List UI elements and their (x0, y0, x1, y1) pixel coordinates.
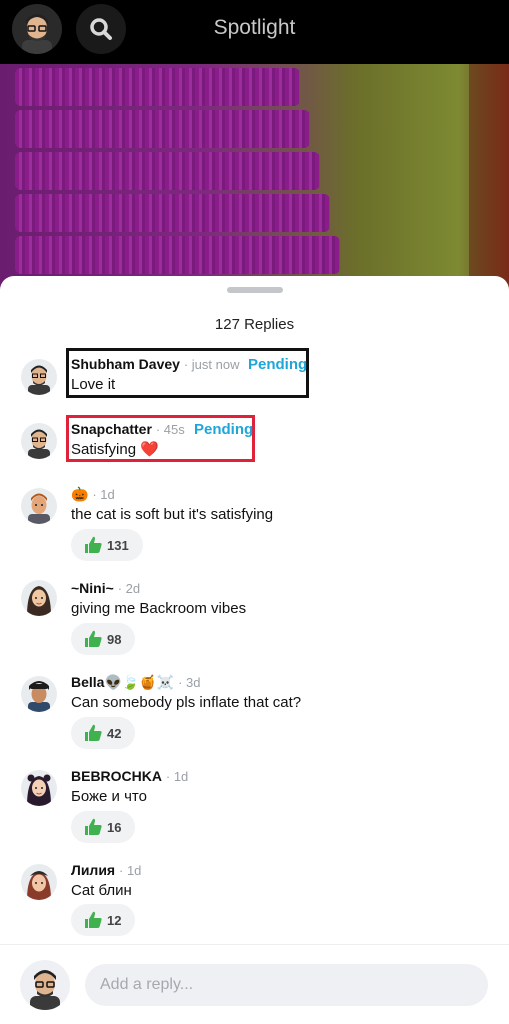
bitmoji-avatar-icon (27, 871, 51, 900)
comment-time: · 45s (155, 422, 185, 437)
comment-header: 🎃 · 1d (71, 486, 115, 503)
avatar[interactable] (21, 423, 57, 459)
comment-item[interactable]: Bella👽🍃🍯☠️ · 3d Can somebody pls inflate… (0, 668, 509, 758)
comment-text: Боже и что (71, 788, 147, 805)
comment-item[interactable]: Лилия · 1d Cat блин 12 (0, 856, 509, 944)
spotlight-video[interactable] (0, 64, 509, 294)
thumbs-up-icon (85, 911, 102, 928)
my-avatar[interactable] (20, 960, 70, 1010)
comment-header: Snapchatter · 45s (71, 421, 185, 437)
like-count: 131 (107, 537, 129, 553)
video-frame-wall (469, 64, 509, 294)
thumbs-up-icon (85, 630, 102, 647)
comment-text: Satisfying ❤️ (71, 441, 159, 458)
comment-item[interactable]: Snapchatter · 45s Pending Satisfying ❤️ (0, 414, 509, 470)
comment-text: Can somebody pls inflate that cat? (71, 694, 302, 711)
comment-header: Shubham Davey · just now (71, 356, 239, 372)
stair-step (15, 152, 320, 190)
comment-time: · 1d (119, 863, 142, 878)
bitmoji-avatar-icon (28, 429, 50, 459)
comment-author[interactable]: Shubham Davey (71, 356, 180, 372)
like-button[interactable]: 98 (71, 623, 136, 655)
stair-step (15, 236, 340, 274)
comment-author[interactable]: Лилия (71, 862, 115, 878)
comment-header: ~Nini~ · 2d (71, 580, 140, 596)
stair-step (15, 110, 310, 148)
comment-item[interactable]: BEBROCHKA · 1d Боже и что 16 (0, 762, 509, 852)
stair-step (15, 68, 300, 106)
comment-header: Bella👽🍃🍯☠️ · 3d (71, 674, 201, 691)
comment-author[interactable]: Snapchatter (71, 421, 152, 437)
comment-item[interactable]: Shubham Davey · just now Pending Love it (0, 348, 509, 404)
comment-time: · just now (183, 357, 240, 372)
bitmoji-avatar-icon (28, 365, 50, 395)
avatar[interactable] (21, 580, 57, 616)
like-count: 12 (107, 912, 122, 928)
like-button[interactable]: 131 (71, 529, 143, 561)
avatar[interactable] (21, 488, 57, 524)
comment-time: · 3d (178, 675, 201, 690)
replies-sheet: 127 Replies Shubham Davey · just now Pen… (0, 276, 509, 944)
comment-author[interactable]: BEBROCHKA (71, 768, 162, 784)
thumbs-up-icon (85, 536, 102, 553)
avatar[interactable] (21, 359, 57, 395)
pending-status: Pending (194, 421, 254, 438)
like-count: 16 (107, 819, 122, 835)
comment-text: the cat is soft but it's satisfying (71, 506, 274, 523)
avatar[interactable] (21, 676, 57, 712)
comment-item[interactable]: 🎃 · 1d the cat is soft but it's satisfyi… (0, 480, 509, 570)
page-title: Spotlight (0, 16, 509, 40)
reply-bar (0, 944, 509, 1024)
replies-count: 127 Replies (214, 316, 295, 333)
top-bar: Spotlight (0, 0, 509, 64)
avatar[interactable] (21, 864, 57, 900)
like-count: 98 (107, 631, 122, 647)
comment-time: · 1d (92, 487, 115, 502)
bitmoji-avatar-icon (27, 586, 51, 616)
bitmoji-avatar-icon (28, 493, 50, 524)
like-button[interactable]: 12 (71, 904, 136, 936)
comment-time: · 2d (117, 581, 141, 596)
stair-step (15, 194, 330, 232)
bitmoji-avatar-icon (28, 681, 50, 712)
drag-handle[interactable] (227, 287, 283, 293)
bitmoji-avatar-icon (30, 970, 60, 1010)
comment-author[interactable]: Bella👽🍃🍯☠️ (71, 674, 174, 690)
comment-author[interactable]: ~Nini~ (71, 580, 114, 596)
comment-item[interactable]: ~Nini~ · 2d giving me Backroom vibes 98 (0, 574, 509, 664)
thumbs-up-icon (85, 818, 102, 835)
pending-status: Pending (248, 356, 308, 373)
like-button[interactable]: 16 (71, 811, 136, 843)
like-count: 42 (107, 725, 122, 741)
video-frame-stairs (0, 64, 340, 294)
comment-author[interactable]: 🎃 (71, 486, 88, 502)
comment-text: Love it (71, 376, 116, 393)
reply-input[interactable] (85, 964, 488, 1006)
comment-text: giving me Backroom vibes (71, 600, 247, 617)
like-button[interactable]: 42 (71, 717, 136, 749)
bitmoji-avatar-icon (27, 774, 51, 806)
comment-header: BEBROCHKA · 1d (71, 768, 188, 784)
avatar[interactable] (21, 770, 57, 806)
comment-time: · 1d (165, 769, 189, 784)
comment-text: Cat блин (71, 882, 132, 899)
page-title-text: Spotlight (213, 16, 296, 39)
comment-header: Лилия · 1d (71, 862, 141, 878)
thumbs-up-icon (85, 724, 102, 741)
